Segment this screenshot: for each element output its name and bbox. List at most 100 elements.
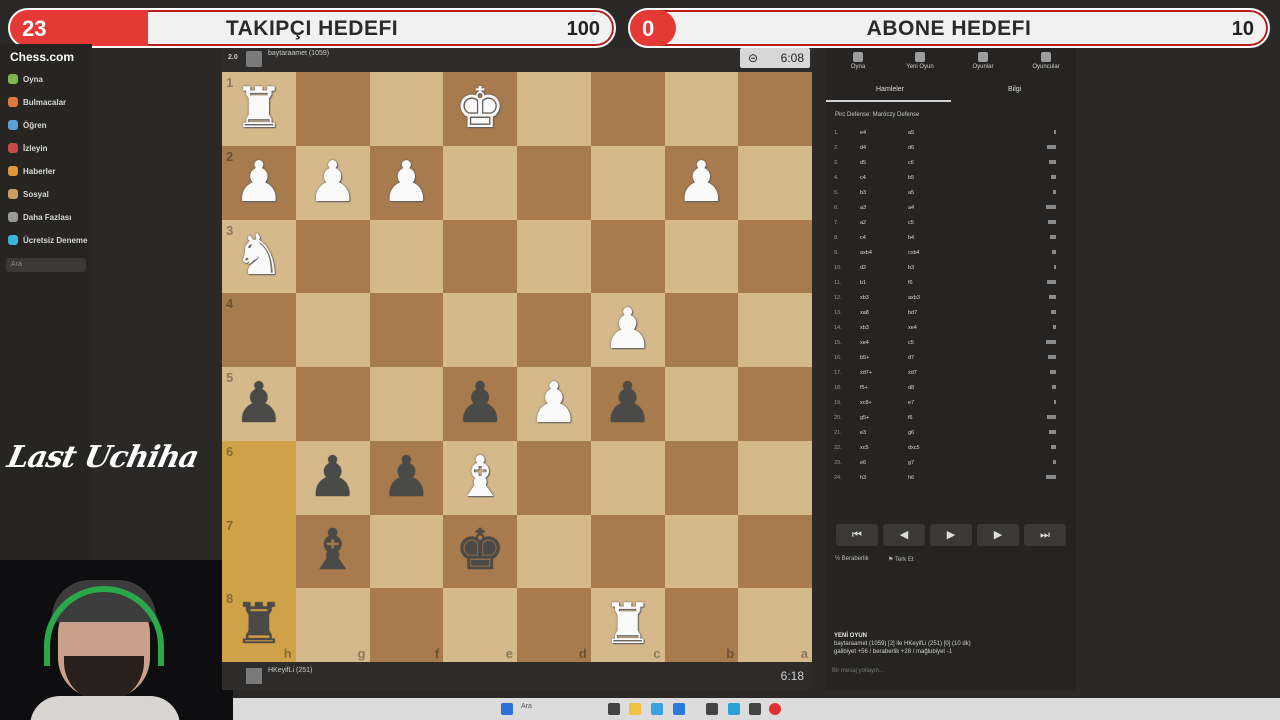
square-0-6[interactable] (664, 72, 739, 146)
chess-piece[interactable]: ♟ (381, 449, 431, 506)
square-5-7[interactable] (738, 440, 812, 515)
chess-piece[interactable]: ♟ (603, 375, 653, 432)
square-6-5[interactable] (590, 514, 665, 589)
square-2-1[interactable] (295, 219, 370, 294)
chess-piece[interactable]: ♜ (234, 80, 284, 137)
move-san[interactable]: b3 (908, 261, 914, 276)
square-7-6[interactable]: b (664, 588, 739, 662)
square-3-6[interactable] (664, 293, 739, 367)
move-san[interactable]: e7 (908, 396, 914, 411)
square-1-7[interactable] (738, 145, 812, 220)
subtab-info[interactable]: Bilgi (1008, 86, 1021, 93)
square-2-5[interactable] (590, 219, 665, 294)
move-san[interactable]: g7 (908, 456, 914, 471)
tab-games[interactable]: Oyunlar (953, 52, 1013, 70)
move-san[interactable]: b3 (860, 186, 866, 201)
chess-piece[interactable]: ♝ (455, 449, 505, 506)
move-san[interactable]: dxc5 (908, 441, 920, 456)
square-5-5[interactable] (590, 440, 665, 515)
sidebar-item-6[interactable]: Daha Fazlası (8, 212, 71, 222)
square-3-7[interactable] (738, 293, 812, 367)
move-san[interactable]: c6 (908, 156, 914, 171)
move-san[interactable]: a3 (860, 201, 866, 216)
chess-piece[interactable]: ♟ (455, 375, 505, 432)
sidebar-item-4[interactable]: Haberler (8, 166, 55, 176)
square-3-4[interactable] (517, 293, 591, 367)
square-6-1[interactable]: ♝ (295, 514, 370, 589)
square-6-6[interactable] (664, 514, 739, 589)
square-4-3[interactable]: ♟ (443, 367, 517, 441)
sidebar-item-2[interactable]: Öğren (8, 120, 47, 130)
square-4-4[interactable]: ♟ (517, 367, 591, 441)
prev-move-button[interactable]: ◀ (883, 524, 925, 546)
square-1-6[interactable]: ♟ (664, 145, 739, 220)
chess-piece[interactable]: ♟ (529, 375, 579, 432)
square-5-6[interactable] (664, 440, 739, 515)
move-san[interactable]: b5+ (860, 351, 869, 366)
move-san[interactable]: axb4 (860, 246, 872, 261)
square-3-5[interactable]: ♟ (590, 293, 665, 367)
square-4-5[interactable]: ♟ (590, 367, 665, 441)
square-0-1[interactable] (295, 72, 370, 146)
task-view-icon[interactable] (608, 703, 620, 715)
store-icon[interactable] (673, 703, 685, 715)
move-san[interactable]: c5 (908, 336, 914, 351)
square-5-0[interactable]: 6 (222, 440, 296, 515)
square-0-4[interactable] (517, 72, 591, 146)
sidebar-item-3[interactable]: İzleyin (8, 143, 47, 153)
square-1-1[interactable]: ♟ (295, 145, 370, 220)
chess-piece[interactable]: ♟ (308, 449, 358, 506)
app-icon[interactable] (728, 703, 740, 715)
move-san[interactable]: c5 (908, 216, 914, 231)
square-0-5[interactable] (590, 72, 665, 146)
square-2-7[interactable] (738, 219, 812, 294)
square-6-2[interactable] (369, 514, 444, 589)
square-4-6[interactable] (664, 367, 739, 441)
chess-piece[interactable]: ♝ (308, 523, 358, 579)
square-5-2[interactable]: ♟ (369, 440, 444, 515)
bottom-player-avatar[interactable] (246, 668, 262, 684)
square-4-0[interactable]: 5 ♟ (222, 367, 296, 441)
move-san[interactable]: b1 (860, 276, 866, 291)
sidebar-item-5[interactable]: Sosyal (8, 189, 49, 199)
move-san[interactable]: a2 (860, 216, 866, 231)
square-2-2[interactable] (369, 219, 444, 294)
square-3-0[interactable]: 4 (222, 293, 296, 367)
sidebar-item-0[interactable]: Oyna (8, 74, 43, 84)
move-san[interactable]: xd7 (908, 366, 917, 381)
square-4-7[interactable] (738, 367, 812, 441)
move-san[interactable]: bd7 (908, 306, 917, 321)
chess-board[interactable]: 1 ♜ ♚ 2 ♟ ♟ ♟ ♟ 3 ♞ 4 ♟ 5 ♟ ♟ ♟ ♟ 6 ♟ ♟ ♝ 7 ♝ ♚ 8 h ♜ g f e d c ♜ b a (222, 72, 812, 662)
square-1-5[interactable] (590, 145, 665, 220)
move-san[interactable]: a4 (908, 201, 914, 216)
windows-start-icon[interactable] (501, 703, 513, 715)
play-button[interactable]: ▶ (930, 524, 972, 546)
top-player-avatar[interactable] (246, 51, 262, 67)
move-san[interactable]: e3 (860, 426, 866, 441)
last-move-button[interactable]: ⏭ (1024, 524, 1066, 546)
move-san[interactable]: h3 (860, 471, 866, 486)
square-7-4[interactable]: d (517, 588, 591, 662)
chess-piece[interactable]: ♟ (603, 302, 653, 358)
square-6-4[interactable] (517, 514, 591, 589)
obs-icon[interactable] (706, 703, 718, 715)
move-san[interactable]: xa8 (860, 306, 869, 321)
file-explorer-icon[interactable] (629, 703, 641, 715)
square-4-2[interactable] (369, 367, 444, 441)
chat-input[interactable]: Bir mesaj yollayın... (830, 668, 1070, 682)
first-move-button[interactable]: ⏮ (836, 524, 878, 546)
move-san[interactable]: d6 (908, 141, 914, 156)
draw-button[interactable]: ½ Beraberlik (835, 556, 869, 562)
move-san[interactable]: a5 (908, 126, 914, 141)
move-san[interactable]: d2 (860, 261, 866, 276)
edge-icon[interactable] (651, 703, 663, 715)
move-san[interactable]: b5 (908, 171, 914, 186)
square-7-2[interactable]: f (369, 588, 444, 662)
move-san[interactable]: e4 (860, 126, 866, 141)
move-san[interactable]: xc5 (860, 441, 869, 456)
square-2-0[interactable]: 3 ♞ (222, 219, 296, 294)
square-4-1[interactable] (295, 367, 370, 441)
move-san[interactable]: d5 (860, 156, 866, 171)
move-san[interactable]: b4 (908, 231, 914, 246)
move-san[interactable]: h6 (908, 471, 914, 486)
